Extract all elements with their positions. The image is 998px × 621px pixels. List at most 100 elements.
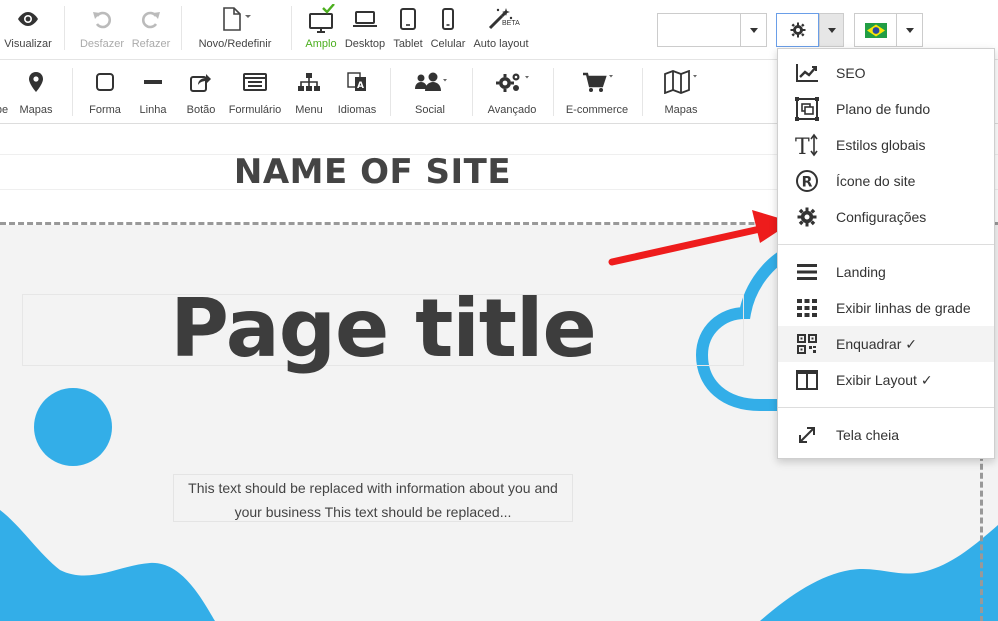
redo-label: Refazer (131, 38, 171, 50)
chevron-down-icon[interactable] (740, 14, 766, 46)
redo-icon (140, 0, 162, 38)
menu-item-global-styles[interactable]: T Estilos globais (778, 127, 994, 163)
divider (291, 6, 292, 50)
device-wide-label: Amplo (305, 38, 337, 50)
menu-item-label: Exibir linhas de grade (836, 300, 971, 316)
new-reset-label: Novo/Redefinir (198, 38, 272, 50)
toolbar-item-languages[interactable]: A Idiomas (334, 60, 380, 124)
gear-icon[interactable] (776, 13, 819, 47)
menu-item-site-icon[interactable]: R Ícone do site (778, 163, 994, 199)
toolbar-item-form[interactable]: Formulário (226, 60, 284, 124)
toolbar-item-button[interactable]: Botão (180, 60, 222, 124)
page-title[interactable]: Page title (0, 282, 766, 375)
toolbar-item-social[interactable]: Social (406, 60, 454, 124)
decorative-wave-right (760, 525, 998, 621)
toolbar-item-label: Avançado (487, 104, 537, 116)
language-select[interactable] (854, 13, 923, 47)
menu-item-background[interactable]: Plano de fundo (778, 91, 994, 127)
translate-icon: A (346, 60, 368, 104)
menu-item-label: Configurações (836, 209, 927, 225)
undo-button[interactable]: Desfazer (76, 0, 128, 60)
device-desktop-label: Desktop (344, 38, 386, 50)
brazil-flag-icon (865, 23, 887, 38)
toolbar-item-partial[interactable]: pe (0, 60, 10, 124)
expand-icon (778, 425, 836, 445)
decorative-circle (34, 388, 112, 466)
map-icon (663, 60, 699, 104)
chevron-down-icon[interactable] (819, 13, 844, 47)
divider (553, 68, 554, 116)
toolbar-item-maps-2[interactable]: Mapas (656, 60, 706, 124)
toolbar-item-menu[interactable]: Menu (289, 60, 329, 124)
chevron-down-icon[interactable] (896, 14, 922, 46)
toolbar-item-ecommerce[interactable]: E-commerce (562, 60, 632, 124)
menu-item-settings[interactable]: Configurações (778, 199, 994, 235)
toolbar-item-label: Idiomas (337, 104, 377, 116)
view-button[interactable]: Visualizar (2, 0, 54, 60)
chart-line-icon (778, 63, 836, 83)
shopping-cart-icon (580, 60, 614, 104)
device-mobile-label: Celular (430, 38, 466, 50)
eye-icon (16, 0, 40, 38)
toolbar-item-label: Formulário (228, 104, 282, 116)
toolbar-item-label: Linha (139, 104, 167, 116)
menu-item-label: Exibir Layout ✓ (836, 371, 933, 388)
toolbar-item-label: Botão (186, 104, 216, 116)
settings-menu: SEO Plano de fundo T Estilos globais R Í… (777, 48, 995, 459)
toolbar-item-label: pe (0, 104, 9, 116)
menu-item-label: Enquadrar ✓ (836, 335, 917, 352)
toolbar-item-advanced[interactable]: Avançado (484, 60, 540, 124)
line-icon (143, 60, 163, 104)
menu-divider (778, 407, 994, 408)
device-desktop-button[interactable]: Desktop (342, 0, 388, 60)
menu-item-snap[interactable]: Enquadrar ✓ (778, 326, 994, 362)
magic-wand-icon: BETA (481, 0, 521, 38)
site-name[interactable]: NAME OF SITE (0, 152, 745, 192)
toolbar-item-label: Menu (295, 104, 323, 116)
gear-icon (778, 207, 836, 227)
menu-item-fullscreen[interactable]: Tela cheia (778, 417, 994, 453)
page-select[interactable] (657, 13, 767, 47)
menu-item-landing[interactable]: Landing (778, 254, 994, 290)
menu-item-label: Estilos globais (836, 137, 926, 153)
toolbar-item-maps[interactable]: Mapas (16, 60, 56, 124)
file-icon (218, 0, 252, 38)
toolbar-item-label: Forma (89, 104, 121, 116)
svg-text:R: R (802, 175, 813, 191)
menu-item-label: Tela cheia (836, 427, 900, 443)
undo-icon (91, 0, 113, 38)
auto-layout-button[interactable]: BETA Auto layout (470, 0, 532, 60)
menu-item-label: Plano de fundo (836, 101, 931, 117)
divider (642, 68, 643, 116)
device-wide-button[interactable]: Amplo (302, 0, 340, 60)
menu-bars-icon (778, 263, 836, 281)
new-reset-button[interactable]: Novo/Redefinir (196, 0, 274, 60)
toolbar-item-shape[interactable]: Forma (84, 60, 126, 124)
divider (472, 68, 473, 116)
divider (181, 6, 182, 50)
menu-item-label: Landing (836, 264, 886, 280)
registered-icon: R (778, 169, 836, 193)
device-tablet-button[interactable]: Tablet (390, 0, 426, 60)
divider (72, 68, 73, 116)
menu-item-seo[interactable]: SEO (778, 55, 994, 91)
form-icon (243, 60, 267, 104)
text-height-icon: T (778, 133, 836, 157)
redo-button[interactable]: Refazer (128, 0, 174, 60)
sitemap-icon (297, 60, 321, 104)
settings-dropdown[interactable] (776, 13, 844, 47)
device-mobile-button[interactable]: Celular (428, 0, 468, 60)
menu-item-show-layout[interactable]: Exibir Layout ✓ (778, 362, 994, 398)
decorative-wave-left (0, 510, 215, 621)
divider (64, 6, 65, 50)
toolbar-item-line[interactable]: Linha (132, 60, 174, 124)
divider (390, 68, 391, 116)
svg-text:A: A (357, 81, 364, 91)
grid-icon (778, 298, 836, 318)
beta-badge: BETA (502, 20, 520, 27)
view-label: Visualizar (4, 38, 52, 50)
svg-text:T: T (795, 135, 810, 157)
menu-item-show-grid[interactable]: Exibir linhas de grade (778, 290, 994, 326)
menu-divider (778, 244, 994, 245)
body-text[interactable]: This text should be replaced with inform… (173, 476, 573, 524)
